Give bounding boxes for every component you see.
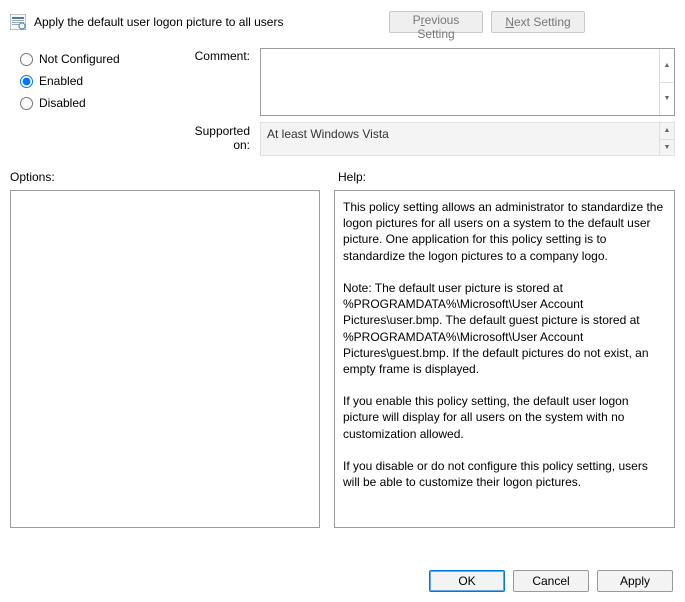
- ok-button[interactable]: OK: [429, 570, 505, 592]
- supported-spin-up[interactable]: ▲: [659, 123, 674, 139]
- comment-spin-down[interactable]: ▼: [659, 82, 674, 116]
- comment-spin-up[interactable]: ▲: [659, 49, 674, 82]
- previous-setting-button[interactable]: Previous Setting: [389, 11, 483, 33]
- radio-enabled-input[interactable]: [20, 75, 33, 88]
- radio-enabled[interactable]: Enabled: [20, 70, 170, 92]
- radio-disabled-input[interactable]: [20, 97, 33, 110]
- dialog-buttons: OK Cancel Apply: [429, 570, 673, 592]
- options-pane: [10, 190, 320, 528]
- radio-not-configured-label: Not Configured: [39, 52, 120, 66]
- supported-on-box: At least Windows Vista ▲ ▼: [260, 122, 675, 156]
- nav-buttons: Previous Setting Next Setting: [389, 11, 585, 33]
- radio-disabled-label: Disabled: [39, 96, 86, 110]
- radio-enabled-label: Enabled: [39, 74, 83, 88]
- supported-spin-down[interactable]: ▼: [659, 139, 674, 156]
- comment-spinner[interactable]: ▲ ▼: [659, 49, 674, 115]
- apply-button[interactable]: Apply: [597, 570, 673, 592]
- section-headers: Options: Help:: [10, 170, 675, 184]
- title-bar: Apply the default user logon picture to …: [10, 8, 675, 36]
- help-pane[interactable]: This policy setting allows an administra…: [334, 190, 675, 528]
- field-labels: Comment: Supported on:: [180, 48, 250, 156]
- radio-not-configured-input[interactable]: [20, 53, 33, 66]
- radio-disabled[interactable]: Disabled: [20, 92, 170, 114]
- supported-on-value: At least Windows Vista: [267, 127, 389, 141]
- supported-spinner[interactable]: ▲ ▼: [659, 123, 674, 155]
- policy-icon: [10, 14, 26, 30]
- help-label: Help:: [338, 170, 366, 184]
- policy-dialog: Apply the default user logon picture to …: [0, 0, 685, 602]
- policy-title: Apply the default user logon picture to …: [34, 15, 381, 29]
- options-label: Options:: [10, 170, 320, 184]
- state-radios: Not Configured Enabled Disabled: [10, 48, 170, 156]
- comment-textarea[interactable]: ▲ ▼: [260, 48, 675, 116]
- supported-label: Supported on:: [180, 124, 250, 152]
- cancel-button[interactable]: Cancel: [513, 570, 589, 592]
- config-area: Not Configured Enabled Disabled Comment:…: [10, 48, 675, 156]
- radio-not-configured[interactable]: Not Configured: [20, 48, 170, 70]
- field-values: ▲ ▼ At least Windows Vista ▲ ▼: [260, 48, 675, 156]
- next-setting-button[interactable]: Next Setting: [491, 11, 585, 33]
- content-panes: This policy setting allows an administra…: [10, 190, 675, 528]
- help-text: This policy setting allows an administra…: [343, 200, 667, 489]
- comment-label: Comment:: [180, 48, 250, 66]
